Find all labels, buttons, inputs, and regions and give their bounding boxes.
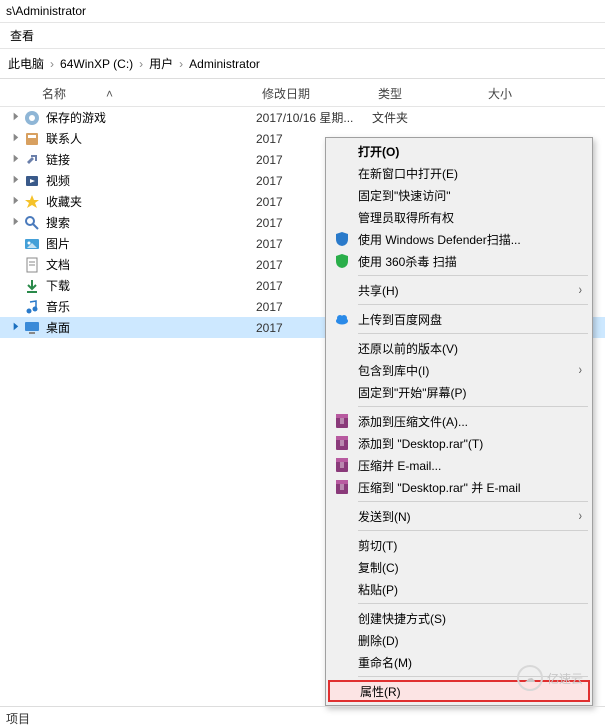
chevron-right-icon: ›: [579, 508, 582, 523]
menu-create-shortcut[interactable]: 创建快捷方式(S): [328, 607, 590, 629]
menu-separator: [358, 501, 588, 502]
menu-copy[interactable]: 复制(C): [328, 556, 590, 578]
menu-separator: [358, 603, 588, 604]
menu-separator: [358, 304, 588, 305]
list-item[interactable]: ▶保存的游戏2017/10/16 星期...文件夹: [0, 107, 605, 128]
header-type[interactable]: 类型: [374, 83, 484, 104]
search-icon: [24, 215, 40, 231]
crumb-drive[interactable]: 64WinXP (C:): [60, 57, 133, 71]
context-menu: 打开(O) 在新窗口中打开(E) 固定到"快速访问" 管理员取得所有权 使用 W…: [325, 137, 593, 706]
archive-icon: [331, 412, 353, 430]
menu-paste[interactable]: 粘贴(P): [328, 578, 590, 600]
menu-add-archive[interactable]: 添加到压缩文件(A)...: [328, 410, 590, 432]
menu-pin-start[interactable]: 固定到"开始"屏幕(P): [328, 381, 590, 403]
menu-separator: [358, 530, 588, 531]
crumb-users[interactable]: 用户: [149, 55, 173, 72]
menu-open-new-window[interactable]: 在新窗口中打开(E): [328, 162, 590, 184]
pin-icon: ▶: [14, 216, 19, 230]
menu-include-library[interactable]: 包含到库中(I)›: [328, 359, 590, 381]
pin-icon: ▶: [14, 174, 19, 188]
shield-icon: [331, 252, 353, 270]
menu-add-desktop-rar[interactable]: 添加到 "Desktop.rar"(T): [328, 432, 590, 454]
chevron-right-icon: ›: [139, 57, 143, 71]
menu-take-ownership[interactable]: 管理员取得所有权: [328, 206, 590, 228]
chevron-right-icon: ›: [579, 282, 582, 297]
music-icon: [24, 299, 40, 315]
menu-compress-desktop-email[interactable]: 压缩到 "Desktop.rar" 并 E-mail: [328, 476, 590, 498]
contacts-icon: [24, 131, 40, 147]
menu-view[interactable]: 查看: [10, 29, 34, 43]
cloud-logo-icon: ☁: [517, 665, 543, 691]
menu-separator: [358, 275, 588, 276]
menu-delete[interactable]: 删除(D): [328, 629, 590, 651]
menu-open[interactable]: 打开(O): [328, 140, 590, 162]
crumb-admin[interactable]: Administrator: [189, 57, 260, 71]
header-name[interactable]: 名称˄: [38, 83, 258, 104]
downloads-icon: [24, 278, 40, 294]
menu-bar: 查看: [0, 23, 605, 49]
favorites-icon: [24, 194, 40, 210]
cloud-icon: [331, 310, 353, 328]
menu-compress-email[interactable]: 压缩并 E-mail...: [328, 454, 590, 476]
breadcrumb[interactable]: 此电脑 › 64WinXP (C:) › 用户 › Administrator: [0, 49, 605, 79]
menu-separator: [358, 333, 588, 334]
menu-defender-scan[interactable]: 使用 Windows Defender扫描...: [328, 228, 590, 250]
links-icon: [24, 152, 40, 168]
chevron-right-icon: ›: [179, 57, 183, 71]
desktop-icon: [24, 320, 40, 336]
pin-icon: ▶: [14, 195, 19, 209]
menu-send-to[interactable]: 发送到(N)›: [328, 505, 590, 527]
menu-cut[interactable]: 剪切(T): [328, 534, 590, 556]
pin-icon: ▶: [14, 153, 19, 167]
archive-icon: [331, 434, 353, 452]
chevron-right-icon: ›: [50, 57, 54, 71]
status-bar: 项目: [0, 706, 605, 728]
menu-restore-version[interactable]: 还原以前的版本(V): [328, 337, 590, 359]
menu-pin-quick-access[interactable]: 固定到"快速访问": [328, 184, 590, 206]
videos-icon: [24, 173, 40, 189]
menu-360-scan[interactable]: 使用 360杀毒 扫描: [328, 250, 590, 272]
menu-baidu-upload[interactable]: 上传到百度网盘: [328, 308, 590, 330]
archive-icon: [331, 478, 353, 496]
documents-icon: [24, 257, 40, 273]
archive-icon: [331, 456, 353, 474]
header-date[interactable]: 修改日期: [258, 83, 374, 104]
sort-asc-icon: ˄: [106, 87, 113, 101]
shield-icon: [331, 230, 353, 248]
window-titlebar: s\Administrator: [0, 0, 605, 23]
saved-games-icon: [24, 110, 40, 126]
column-headers[interactable]: 名称˄ 修改日期 类型 大小: [0, 79, 605, 107]
watermark: ☁ 亿速云: [517, 660, 597, 696]
header-size[interactable]: 大小: [484, 83, 544, 104]
pin-icon: ▶: [14, 111, 19, 125]
menu-share[interactable]: 共享(H)›: [328, 279, 590, 301]
pictures-icon: [24, 236, 40, 252]
chevron-right-icon: ›: [579, 362, 582, 377]
crumb-thispc[interactable]: 此电脑: [8, 55, 44, 72]
pin-icon: ▶: [14, 321, 19, 335]
menu-separator: [358, 406, 588, 407]
pin-icon: ▶: [14, 132, 19, 146]
